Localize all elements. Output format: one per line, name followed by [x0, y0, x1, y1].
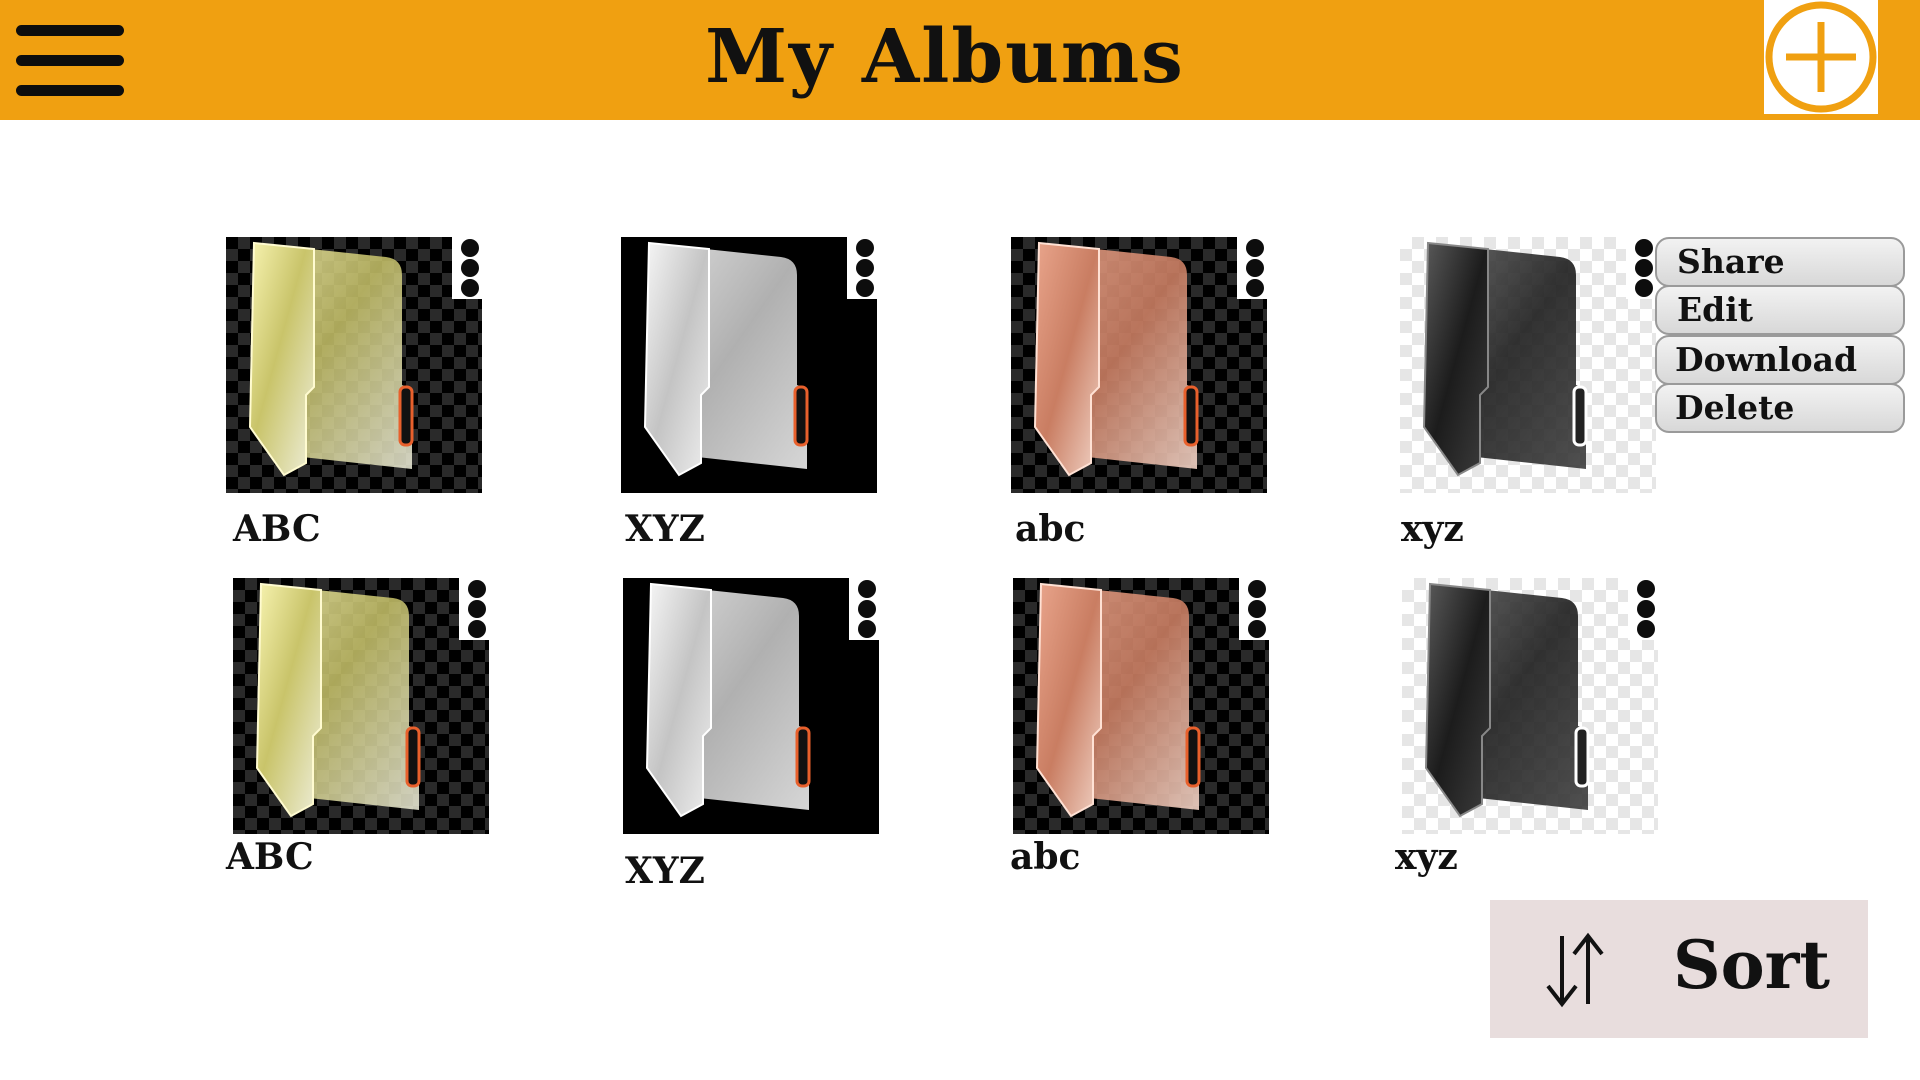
download-menu-item[interactable]: Download — [1655, 335, 1905, 385]
page-title: My Albums — [705, 14, 1185, 100]
album-thumbnail — [1011, 237, 1267, 493]
album-tile[interactable] — [1400, 237, 1662, 499]
delete-menu-item[interactable]: Delete — [1655, 383, 1905, 433]
album-label: xyz — [1401, 508, 1464, 550]
album-label: abc — [1015, 508, 1086, 550]
yellow-folder-icon — [255, 582, 421, 818]
sort-arrows-icon — [1546, 932, 1604, 1008]
album-label: xyz — [1395, 836, 1458, 878]
album-options-button[interactable] — [459, 578, 495, 640]
sort-label: Sort — [1673, 926, 1830, 1004]
album-tile[interactable] — [233, 578, 495, 840]
album-label: abc — [1010, 836, 1081, 878]
album-options-button[interactable] — [1628, 578, 1664, 640]
album-context-menu: Share Edit Download Delete — [1655, 237, 1907, 433]
album-options-button[interactable] — [452, 237, 488, 299]
album-options-button[interactable] — [849, 578, 885, 640]
album-options-button[interactable] — [847, 237, 883, 299]
black-folder-icon — [1424, 582, 1590, 818]
album-tile[interactable] — [621, 237, 883, 499]
album-tile[interactable] — [1011, 237, 1273, 499]
album-tile[interactable] — [1013, 578, 1275, 840]
album-thumbnail — [226, 237, 482, 493]
share-menu-item[interactable]: Share — [1655, 237, 1905, 287]
edit-menu-item[interactable]: Edit — [1655, 285, 1905, 335]
album-thumbnail — [1400, 237, 1656, 493]
app-header: My Albums — [0, 0, 1920, 120]
album-label: ABC — [233, 508, 321, 550]
black-folder-icon — [1422, 241, 1588, 477]
add-album-button[interactable] — [1764, 0, 1878, 114]
album-thumbnail — [623, 578, 879, 834]
album-thumbnail — [233, 578, 489, 834]
album-thumbnail — [1013, 578, 1269, 834]
album-tile[interactable] — [623, 578, 885, 840]
peach-folder-icon — [1033, 241, 1199, 477]
album-thumbnail — [621, 237, 877, 493]
album-thumbnail — [1402, 578, 1658, 834]
sort-button[interactable]: Sort — [1490, 900, 1868, 1038]
white-folder-icon — [645, 582, 811, 818]
plus-circle-icon — [1765, 1, 1877, 113]
album-label: XYZ — [625, 508, 705, 550]
album-options-button[interactable] — [1237, 237, 1273, 299]
album-options-button[interactable] — [1239, 578, 1275, 640]
album-tile[interactable] — [226, 237, 488, 499]
album-label: ABC — [226, 836, 314, 878]
album-tile[interactable] — [1402, 578, 1664, 840]
album-label: XYZ — [625, 850, 705, 892]
peach-folder-icon — [1035, 582, 1201, 818]
white-folder-icon — [643, 241, 809, 477]
yellow-folder-icon — [248, 241, 414, 477]
